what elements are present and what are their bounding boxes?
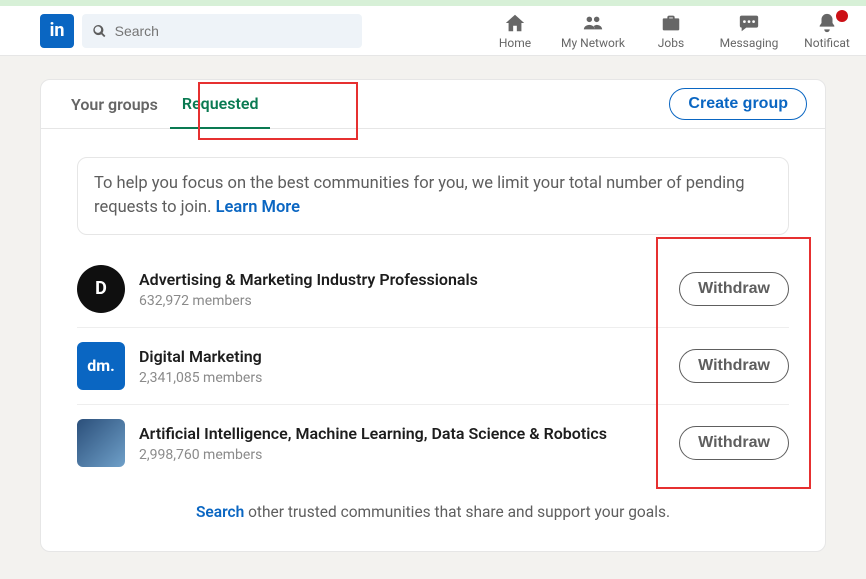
notification-badge bbox=[836, 10, 848, 22]
withdraw-button[interactable]: Withdraw bbox=[679, 272, 789, 306]
nav-network[interactable]: My Network bbox=[554, 6, 632, 55]
topbar: in Home My Network Jobs Messaging Notifi… bbox=[0, 6, 866, 56]
search-box[interactable] bbox=[82, 14, 362, 48]
jobs-icon bbox=[660, 12, 682, 34]
bell-icon bbox=[816, 12, 838, 34]
network-icon bbox=[582, 12, 604, 34]
tabs: Your groups Requested Create group bbox=[41, 80, 825, 129]
requested-groups-list: D Advertising & Marketing Industry Profe… bbox=[77, 251, 789, 481]
groups-card: Your groups Requested Create group To he… bbox=[40, 79, 826, 552]
info-text: To help you focus on the best communitie… bbox=[94, 174, 745, 217]
nav-messaging[interactable]: Messaging bbox=[710, 6, 788, 55]
group-avatar: D bbox=[77, 265, 125, 313]
group-avatar: dm. bbox=[77, 342, 125, 390]
group-name[interactable]: Artificial Intelligence, Machine Learnin… bbox=[139, 423, 679, 445]
search-input[interactable] bbox=[115, 23, 352, 39]
nav-jobs[interactable]: Jobs bbox=[632, 6, 710, 55]
footer-rest: other trusted communities that share and… bbox=[244, 503, 670, 521]
list-item: D Advertising & Marketing Industry Profe… bbox=[77, 251, 789, 328]
list-item: Artificial Intelligence, Machine Learnin… bbox=[77, 405, 789, 481]
create-group-button[interactable]: Create group bbox=[669, 88, 807, 120]
footer-search-link[interactable]: Search bbox=[196, 503, 244, 521]
info-box: To help you focus on the best communitie… bbox=[77, 157, 789, 235]
nav-network-label: My Network bbox=[561, 36, 625, 50]
nav-notifications[interactable]: Notificat bbox=[788, 6, 866, 55]
group-name[interactable]: Digital Marketing bbox=[139, 346, 679, 368]
group-members: 632,972 members bbox=[139, 293, 679, 309]
group-members: 2,998,760 members bbox=[139, 447, 679, 463]
nav-messaging-label: Messaging bbox=[720, 36, 779, 50]
withdraw-button[interactable]: Withdraw bbox=[679, 426, 789, 460]
learn-more-link[interactable]: Learn More bbox=[216, 198, 300, 217]
group-members: 2,341,085 members bbox=[139, 370, 679, 386]
group-name[interactable]: Advertising & Marketing Industry Profess… bbox=[139, 269, 679, 291]
tab-requested[interactable]: Requested bbox=[170, 80, 271, 129]
tab-your-groups[interactable]: Your groups bbox=[59, 81, 170, 128]
footer-line: Search other trusted communities that sh… bbox=[41, 503, 825, 521]
messaging-icon bbox=[738, 12, 760, 34]
nav-home[interactable]: Home bbox=[476, 6, 554, 55]
linkedin-logo[interactable]: in bbox=[40, 14, 74, 48]
search-icon bbox=[92, 23, 107, 39]
home-icon bbox=[504, 12, 526, 34]
nav-notifications-label: Notificat bbox=[804, 36, 850, 50]
list-item: dm. Digital Marketing 2,341,085 members … bbox=[77, 328, 789, 405]
nav-home-label: Home bbox=[499, 36, 531, 50]
group-avatar bbox=[77, 419, 125, 467]
top-nav: Home My Network Jobs Messaging Notificat bbox=[476, 6, 866, 55]
withdraw-button[interactable]: Withdraw bbox=[679, 349, 789, 383]
nav-jobs-label: Jobs bbox=[658, 36, 684, 50]
